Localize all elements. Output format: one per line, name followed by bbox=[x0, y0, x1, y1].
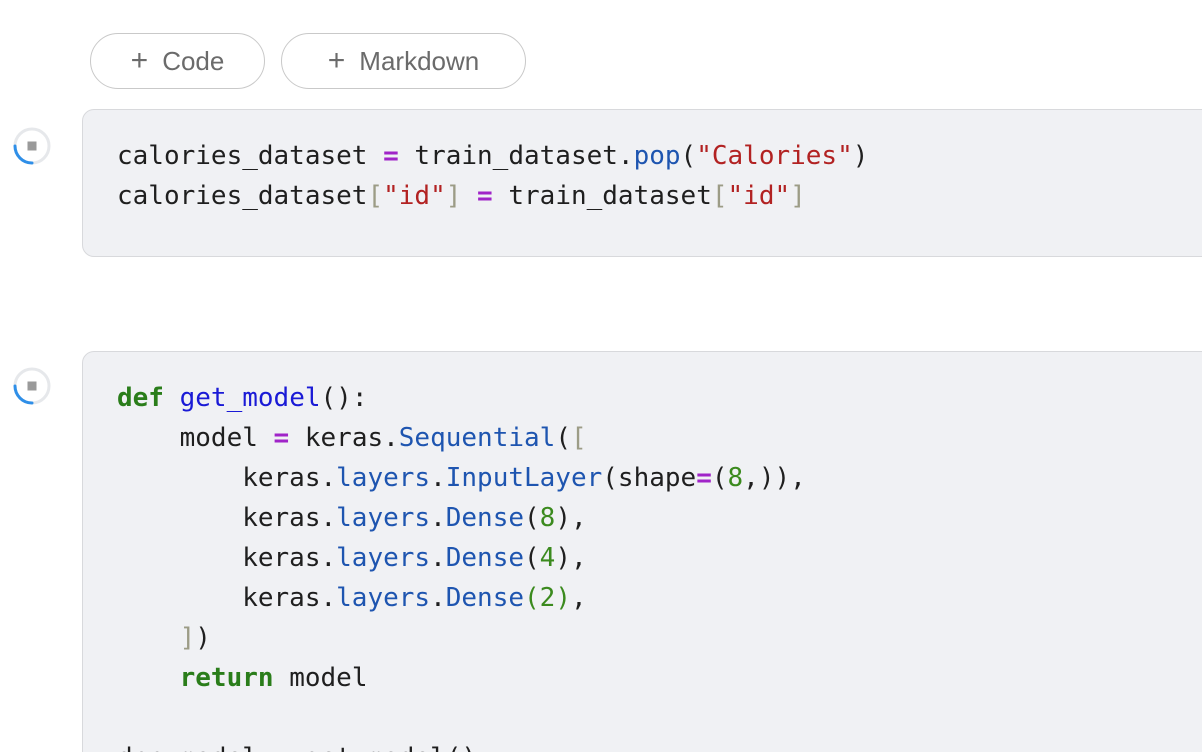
code-token: ( bbox=[711, 463, 728, 493]
code-line: keras.layers.Dense(4), bbox=[117, 538, 806, 578]
code-line: ]) bbox=[117, 618, 806, 658]
code-token: model bbox=[117, 423, 274, 453]
code-token: ), bbox=[555, 503, 587, 533]
code-line: return model bbox=[117, 658, 806, 698]
plus-icon: + bbox=[327, 44, 346, 77]
code-token: ) bbox=[852, 141, 869, 171]
code-token: ( bbox=[680, 141, 697, 171]
code-token: = bbox=[273, 423, 290, 453]
cell-run-status-icon[interactable] bbox=[12, 366, 52, 406]
code-token: calories_dataset bbox=[117, 141, 384, 171]
code-line: def get_model(): bbox=[117, 378, 806, 418]
code-token: (): bbox=[320, 383, 368, 413]
code-token: calories_dataset bbox=[117, 181, 368, 211]
code-token: ,)), bbox=[743, 463, 806, 493]
code-line: model = keras.Sequential([ bbox=[117, 418, 806, 458]
add-code-label: Code bbox=[162, 45, 225, 76]
code-token: return bbox=[179, 663, 274, 693]
code-line: calories_dataset = train_dataset.pop("Ca… bbox=[117, 136, 868, 176]
plus-icon: + bbox=[130, 44, 149, 77]
code-token: "Calories" bbox=[696, 141, 853, 171]
code-cell[interactable]: def get_model(): model = keras.Sequentia… bbox=[82, 351, 1202, 752]
code-token: 4 bbox=[539, 543, 556, 573]
code-token: ) bbox=[195, 623, 211, 653]
code-token: dnn_model = get_model() bbox=[117, 743, 477, 752]
code-token: ( bbox=[524, 503, 540, 533]
code-token: train_dataset bbox=[492, 181, 712, 211]
code-editor[interactable]: calories_dataset = train_dataset.pop("Ca… bbox=[117, 136, 868, 216]
code-line: ​ bbox=[117, 698, 806, 738]
code-token: layers bbox=[336, 503, 431, 533]
code-token: Dense bbox=[445, 543, 525, 573]
add-markdown-label: Markdown bbox=[359, 45, 480, 76]
code-token: model bbox=[273, 663, 368, 693]
code-token: 8 bbox=[539, 503, 556, 533]
code-line: dnn_model = get_model() bbox=[117, 738, 806, 752]
code-token: keras. bbox=[117, 463, 337, 493]
code-token: train_dataset. bbox=[398, 141, 634, 171]
code-token: (2) bbox=[524, 583, 571, 613]
code-token: = bbox=[696, 463, 712, 493]
cell-run-status-icon[interactable] bbox=[12, 126, 52, 166]
code-token: layers bbox=[336, 463, 431, 493]
add-markdown-cell-button[interactable]: + Markdown bbox=[281, 33, 526, 89]
code-token: , bbox=[570, 583, 587, 613]
add-code-cell-button[interactable]: + Code bbox=[90, 33, 265, 89]
code-line: keras.layers.InputLayer(shape=(8,)), bbox=[117, 458, 806, 498]
code-token: keras. bbox=[289, 423, 399, 453]
code-line: keras.layers.Dense(2), bbox=[117, 578, 806, 618]
code-line: keras.layers.Dense(8), bbox=[117, 498, 806, 538]
code-token: . bbox=[430, 543, 446, 573]
code-token: InputLayer bbox=[445, 463, 603, 493]
code-token: ] bbox=[445, 181, 462, 211]
code-token: ( bbox=[524, 543, 540, 573]
code-token: Dense bbox=[445, 503, 525, 533]
code-token: get_model bbox=[179, 383, 321, 413]
code-token: . bbox=[430, 583, 446, 613]
code-token: pop bbox=[633, 141, 681, 171]
code-token: Dense bbox=[445, 583, 525, 613]
code-line: calories_dataset["id"] = train_dataset["… bbox=[117, 176, 868, 216]
code-token: . bbox=[430, 503, 446, 533]
code-token: Sequential bbox=[398, 423, 556, 453]
code-token: ] bbox=[790, 181, 806, 211]
code-token: layers bbox=[336, 543, 431, 573]
code-token: def bbox=[117, 383, 164, 413]
code-token: keras. bbox=[117, 583, 337, 613]
code-token: "id" bbox=[727, 181, 791, 211]
code-token: ] bbox=[179, 623, 196, 653]
code-token: = bbox=[477, 181, 493, 211]
code-token: keras. bbox=[117, 503, 337, 533]
code-token: 8 bbox=[727, 463, 744, 493]
code-token: keras. bbox=[117, 543, 337, 573]
code-editor[interactable]: def get_model(): model = keras.Sequentia… bbox=[117, 378, 806, 752]
code-token: "id" bbox=[383, 181, 446, 211]
code-token: (shape bbox=[602, 463, 697, 493]
code-token: [ bbox=[570, 423, 587, 453]
code-token: . bbox=[430, 463, 446, 493]
code-token: = bbox=[383, 141, 399, 171]
code-token: [ bbox=[367, 181, 384, 211]
code-token: layers bbox=[336, 583, 431, 613]
code-token: ), bbox=[555, 543, 587, 573]
code-token: ( bbox=[555, 423, 571, 453]
code-token: [ bbox=[711, 181, 728, 211]
code-cell[interactable]: calories_dataset = train_dataset.pop("Ca… bbox=[82, 109, 1202, 257]
